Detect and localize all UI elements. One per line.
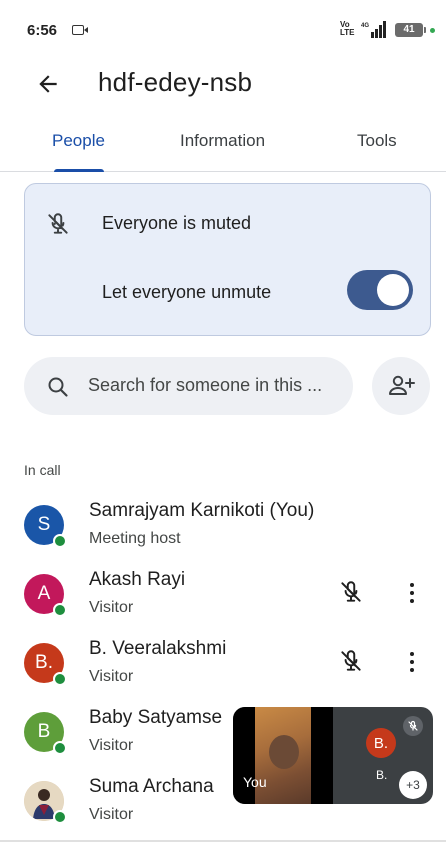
participant-name: Baby Satyamse — [89, 707, 223, 728]
participant-role: Meeting host — [89, 530, 181, 547]
add-person-button[interactable] — [372, 357, 430, 415]
toggle-knob — [377, 274, 409, 306]
avatar: B — [24, 712, 67, 755]
online-status-dot — [53, 534, 67, 548]
network-type-label: 4G — [361, 23, 369, 29]
participant-role: Visitor — [89, 668, 134, 685]
privacy-dot-indicator — [430, 28, 435, 33]
tab-information[interactable]: Information — [180, 131, 265, 151]
page-title: hdf-edey-nsb — [98, 67, 253, 97]
avatar-initial: A — [37, 583, 51, 604]
person-add-icon — [389, 375, 415, 395]
mic-off-icon — [408, 720, 418, 731]
online-status-dot — [53, 741, 67, 755]
active-tab-indicator — [54, 169, 104, 172]
pip-participant-name: B. — [376, 768, 388, 782]
camera-active-icon — [72, 25, 88, 35]
battery-icon: 41 — [395, 23, 426, 37]
in-call-heading: In call — [24, 462, 61, 478]
participant-name: Akash Rayi — [89, 569, 186, 590]
mic-off-icon — [48, 213, 68, 234]
search-box[interactable]: Search for someone in this ... — [24, 357, 353, 415]
participant-name: Suma Archana — [89, 776, 214, 797]
participant-name: Samrajyam Karnikoti (You) — [89, 500, 315, 521]
pip-participant-avatar: B. — [366, 728, 396, 758]
overflow-participant-count: +3 — [399, 771, 427, 799]
arrow-back-icon — [39, 75, 57, 93]
let-everyone-unmute-toggle[interactable] — [347, 270, 413, 310]
online-status-dot — [53, 672, 67, 686]
unmute-toggle-label: Let everyone unmute — [102, 282, 272, 302]
avatar: B. — [24, 643, 67, 686]
signal-icon: 4G — [361, 21, 386, 38]
avatar: A — [24, 574, 67, 617]
status-bar: 6:56 Vo LTE 4G 41 — [0, 0, 446, 58]
search-icon — [48, 377, 68, 397]
online-status-dot — [53, 810, 67, 824]
participant-role: Visitor — [89, 806, 134, 823]
participant-row[interactable]: A Akash Rayi Visitor — [0, 566, 446, 634]
participant-row[interactable]: B. B. Veeralakshmi Visitor — [0, 635, 446, 703]
self-video-label: You — [243, 774, 267, 790]
mute-status-text: Everyone is muted — [102, 213, 252, 233]
online-status-dot — [53, 603, 67, 617]
search-input[interactable]: Search for someone in this ... — [88, 375, 350, 396]
tab-people[interactable]: People — [52, 131, 105, 151]
volte-indicator: Vo LTE — [340, 20, 355, 37]
back-button[interactable] — [32, 68, 64, 100]
mic-off-icon[interactable] — [338, 579, 364, 605]
mic-off-icon[interactable] — [338, 648, 364, 674]
pip-mic-off-indicator — [403, 716, 423, 736]
avatar-initial: B. — [373, 734, 389, 752]
participant-role: Visitor — [89, 599, 134, 616]
tab-bar: People Information Tools — [0, 120, 446, 172]
avatar: S — [24, 505, 67, 548]
picture-in-picture-window[interactable]: You B. B. +3 — [233, 707, 433, 804]
participant-row[interactable]: S Samrajyam Karnikoti (You) Meeting host — [0, 497, 446, 565]
status-time: 6:56 — [27, 22, 58, 39]
participant-name: B. Veeralakshmi — [89, 638, 227, 659]
video-letterbox — [311, 707, 333, 804]
more-options-button[interactable] — [400, 579, 424, 607]
avatar-initial: B — [37, 721, 51, 742]
more-options-button[interactable] — [400, 648, 424, 676]
mute-controls-card: Everyone is muted Let everyone unmute — [24, 183, 431, 336]
avatar-initial: S — [37, 514, 51, 535]
avatar-initial: B. — [35, 652, 53, 673]
avatar-photo — [24, 781, 67, 824]
tab-tools[interactable]: Tools — [357, 131, 397, 151]
participant-role: Visitor — [89, 737, 134, 754]
